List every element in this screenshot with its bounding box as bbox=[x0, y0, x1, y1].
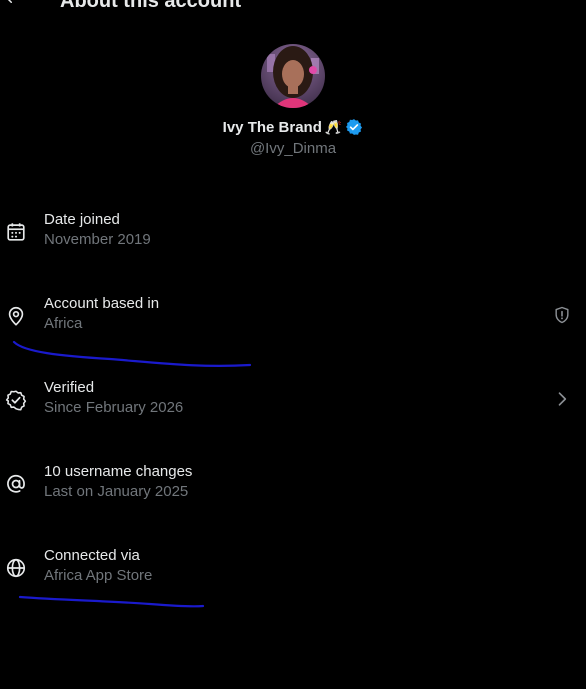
detail-row-verified[interactable]: Verified Since February 2026 bbox=[0, 379, 586, 439]
detail-row-username-changes: 10 username changes Last on January 2025 bbox=[0, 463, 586, 523]
verified-badge-icon[interactable] bbox=[345, 118, 363, 136]
avatar[interactable] bbox=[261, 44, 325, 108]
detail-value: November 2019 bbox=[44, 231, 151, 248]
name-row: Ivy The Brand 🥂 bbox=[0, 118, 586, 136]
detail-value: Africa bbox=[44, 315, 83, 332]
champagne-emoji: 🥂 bbox=[324, 119, 343, 135]
detail-title: 10 username changes bbox=[44, 463, 193, 480]
display-name: Ivy The Brand bbox=[222, 118, 322, 136]
arrow-left-icon bbox=[7, 0, 12, 3]
detail-row-connected-via: Connected via Africa App Store bbox=[0, 547, 586, 607]
at-sign-icon bbox=[7, 474, 25, 493]
detail-title: Date joined bbox=[44, 211, 120, 228]
back-button[interactable] bbox=[2, 0, 22, 8]
page-title: About this account bbox=[60, 0, 242, 12]
location-pin-icon bbox=[8, 306, 24, 326]
profile-summary: Ivy The Brand 🥂 @Ivy_Dinma bbox=[0, 44, 586, 157]
detail-title: Connected via bbox=[44, 547, 140, 564]
detail-value: Last on January 2025 bbox=[44, 483, 189, 500]
detail-row-date-joined: Date joined November 2019 bbox=[0, 211, 586, 271]
globe-icon bbox=[6, 558, 26, 578]
verified-check-icon bbox=[5, 390, 27, 411]
detail-title: Account based in bbox=[44, 295, 160, 312]
calendar-icon bbox=[7, 223, 25, 241]
header-bar: About this account bbox=[0, 0, 586, 14]
shield-info-icon[interactable] bbox=[552, 304, 572, 326]
username-handle: @Ivy_Dinma bbox=[249, 140, 337, 157]
detail-value: Since February 2026 bbox=[44, 399, 184, 416]
detail-title: Verified bbox=[44, 379, 95, 396]
detail-value: Africa App Store bbox=[44, 567, 153, 584]
chevron-right-icon[interactable] bbox=[552, 388, 572, 410]
detail-row-account-based-in: Account based in Africa bbox=[0, 295, 586, 355]
